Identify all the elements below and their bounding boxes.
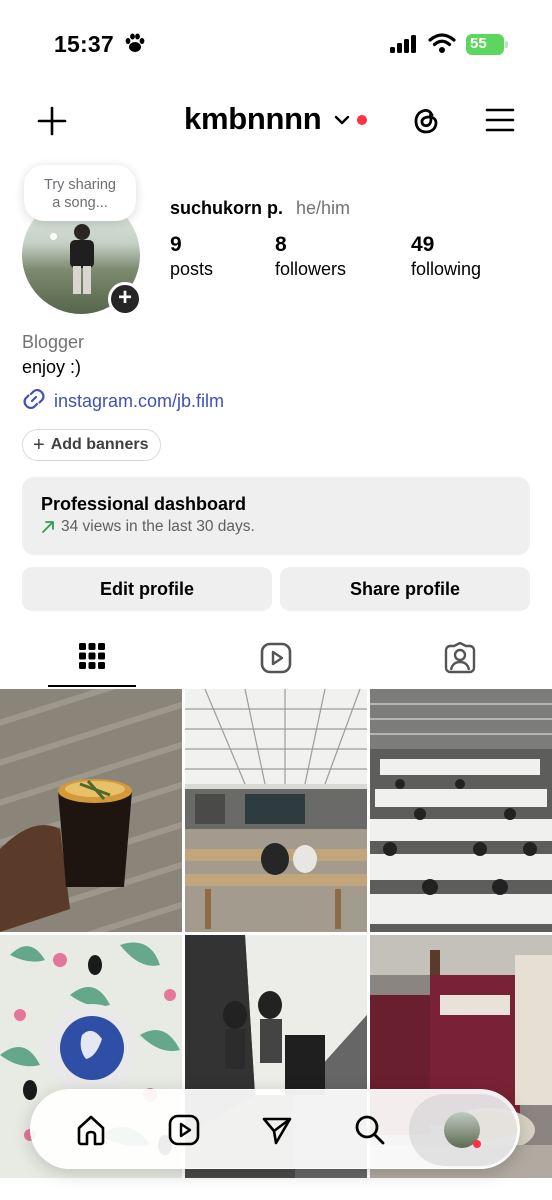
stat-followers-label: followers (275, 259, 347, 279)
add-story-plus-icon[interactable]: + (108, 282, 142, 316)
nav-search[interactable] (350, 1110, 390, 1150)
dashboard-subtitle-row: 34 views in the last 30 days. (41, 518, 530, 536)
professional-dashboard[interactable]: Professional dashboard 34 views in the l… (22, 477, 530, 555)
post-thumbnail-coffee[interactable] (0, 689, 182, 932)
battery-icon: 55 (466, 34, 508, 55)
create-plus-icon[interactable] (36, 105, 68, 142)
paw-icon (124, 33, 146, 58)
dashboard-title: Professional dashboard (41, 494, 247, 514)
stat-following-value: 49 (411, 233, 435, 256)
stat-posts-value: 9 (170, 233, 182, 256)
stat-following-label: following (411, 259, 482, 279)
profile-category: Blogger (22, 332, 85, 352)
notification-dot (357, 115, 367, 125)
send-icon (262, 1117, 292, 1145)
note-text-line2: a song... (52, 195, 108, 211)
nav-messages[interactable] (257, 1110, 297, 1150)
avatar-person-image (70, 224, 94, 294)
profile-bio: enjoy :) (22, 357, 82, 377)
profile-name: suchukorn p. (170, 198, 284, 218)
tab-grid[interactable] (48, 636, 136, 688)
wifi-icon (428, 33, 456, 58)
link-icon (22, 387, 46, 416)
home-icon (77, 1115, 105, 1146)
battery-level: 55 (470, 35, 487, 52)
post-thumbnail-library-study[interactable] (370, 689, 552, 932)
stat-following[interactable]: 49 following (411, 232, 481, 280)
note-bubble[interactable]: Try sharing a song... (24, 165, 136, 221)
tagged-icon (444, 642, 476, 674)
note-bubble-tail (50, 233, 57, 240)
reels-icon (260, 642, 292, 674)
bottom-tab-bar (30, 1089, 520, 1169)
edit-profile-button[interactable]: Edit profile (22, 567, 272, 611)
share-profile-button[interactable]: Share profile (280, 567, 530, 611)
notification-dot (473, 1140, 481, 1148)
add-banners-label: Add banners (50, 436, 149, 453)
note-text-line1: Try sharing (44, 177, 116, 193)
nav-reels[interactable] (164, 1110, 204, 1150)
status-bar: 15:37 55 (0, 0, 552, 90)
reels-icon (168, 1114, 200, 1146)
cellular-signal-icon (390, 35, 418, 58)
post-thumbnail-library-hall[interactable] (185, 689, 367, 932)
status-time: 15:37 (54, 31, 114, 57)
active-tab-indicator (48, 685, 136, 687)
profile-tabs (0, 636, 552, 688)
plus-icon: + (33, 433, 45, 456)
threads-icon[interactable] (410, 103, 442, 142)
chevron-down-icon[interactable] (334, 113, 350, 131)
stat-followers[interactable]: 8 followers (275, 232, 346, 280)
nav-profile[interactable] (409, 1094, 517, 1166)
profile-pronouns: he/him (296, 198, 351, 218)
add-banners-button[interactable]: + Add banners (22, 429, 162, 461)
profile-link[interactable]: instagram.com/jb.film (22, 387, 224, 416)
stat-posts-label: posts (170, 259, 214, 279)
grid-icon (79, 643, 105, 669)
tab-tagged[interactable] (416, 636, 504, 688)
dashboard-subtitle: 34 views in the last 30 days. (61, 518, 255, 535)
trend-up-icon (42, 521, 54, 533)
tab-reels[interactable] (232, 636, 320, 688)
username[interactable]: kmbnnnn (184, 101, 322, 137)
menu-icon[interactable] (485, 107, 515, 138)
profile-link-text[interactable]: instagram.com/jb.film (54, 391, 224, 412)
stat-followers-value: 8 (275, 233, 287, 256)
nav-home[interactable] (71, 1110, 111, 1150)
stat-posts[interactable]: 9 posts (170, 232, 213, 280)
profile-header: kmbnnnn (0, 95, 552, 145)
search-icon (355, 1115, 385, 1145)
